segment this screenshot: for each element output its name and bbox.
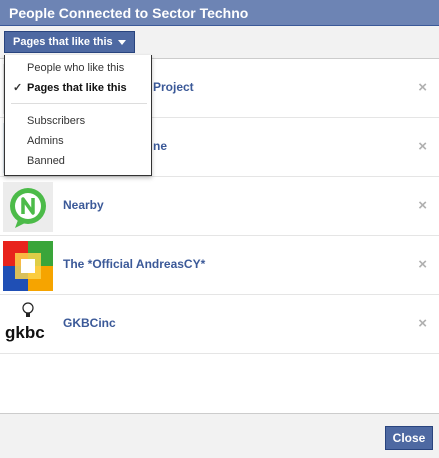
menu-divider <box>11 103 147 104</box>
remove-icon[interactable]: × <box>418 256 427 273</box>
filter-dropdown-button[interactable]: Pages that like this <box>4 31 135 53</box>
remove-icon[interactable]: × <box>418 79 427 96</box>
filter-dropdown-label: Pages that like this <box>13 36 113 48</box>
list-item: gkbc GKBCinc × <box>0 295 439 354</box>
page-name-link[interactable]: ne <box>153 139 167 153</box>
list-item: The *Official AndreasCY* × <box>0 236 439 295</box>
menu-item-subscribers[interactable]: Subscribers <box>5 112 151 130</box>
gkbc-logo-text: gkbc <box>5 323 45 342</box>
page-name-link[interactable]: The *Official AndreasCY* <box>63 257 205 271</box>
menu-item-admins[interactable]: Admins <box>5 132 151 150</box>
remove-icon[interactable]: × <box>418 197 427 214</box>
remove-icon[interactable]: × <box>418 138 427 155</box>
menu-item-pages[interactable]: ✓ Pages that like this <box>5 79 151 97</box>
page-name-link[interactable]: Nearby <box>63 198 104 212</box>
colorful-squares-icon[interactable] <box>3 241 53 291</box>
list-item: Nearby × <box>0 177 439 236</box>
menu-item-people[interactable]: People who like this <box>5 59 151 77</box>
checkmark-icon: ✓ <box>13 82 23 94</box>
page-name-link[interactable]: GKBCinc <box>63 316 116 330</box>
chevron-down-icon <box>117 40 126 45</box>
menu-item-banned[interactable]: Banned <box>5 152 151 170</box>
dialog-titlebar: People Connected to Sector Techno <box>0 0 439 26</box>
filter-dropdown-menu: People who like this ✓ Pages that like t… <box>4 55 152 176</box>
dialog-title: People Connected to Sector Techno <box>9 5 249 21</box>
nearby-logo-icon[interactable] <box>3 182 53 232</box>
gkbc-logo-icon[interactable]: gkbc <box>3 300 53 350</box>
dialog-footer: Close <box>0 413 439 458</box>
remove-icon[interactable]: × <box>418 315 427 332</box>
page-name-link[interactable]: Project <box>153 80 194 94</box>
close-button[interactable]: Close <box>385 426 433 450</box>
